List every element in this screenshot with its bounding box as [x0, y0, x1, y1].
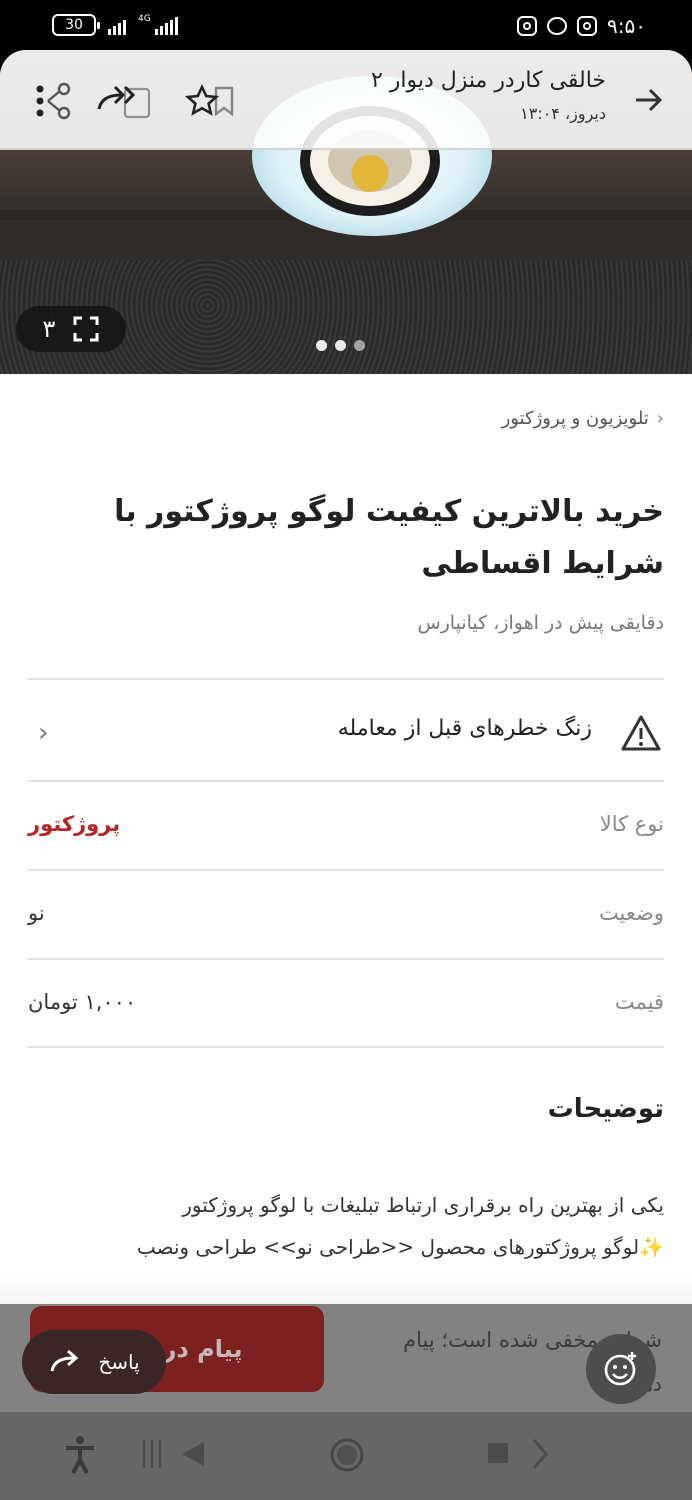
battery-icon: 30	[52, 14, 100, 36]
emoji-button[interactable]	[586, 1334, 656, 1404]
recent-back-button[interactable]	[138, 1434, 208, 1474]
gallery-dot[interactable]	[354, 340, 365, 351]
attribute-value[interactable]: پروژکتور	[28, 812, 120, 836]
content-fade	[0, 1276, 692, 1304]
overview-forward-button[interactable]	[482, 1434, 562, 1474]
photo-count: ۳	[42, 315, 56, 343]
back-button[interactable]	[628, 80, 668, 120]
signal-icon	[108, 15, 126, 35]
gallery-dots	[316, 340, 365, 351]
accessibility-icon	[66, 1436, 94, 1474]
accessibility-button[interactable]	[60, 1432, 100, 1478]
instagram-icon	[517, 16, 538, 36]
attribute-key: وضعیت	[598, 901, 664, 925]
attribute-row-condition: وضعیت نو	[28, 871, 664, 959]
back-arrow-icon	[636, 88, 663, 112]
overview-icon	[488, 1439, 548, 1469]
forward-button[interactable]	[92, 78, 156, 124]
instagram-icon	[577, 16, 598, 36]
chat-title: خالقی کاردر منزل دیوار ۲	[370, 68, 606, 93]
recents-back-icon	[142, 1440, 204, 1468]
chevron-left-icon: ‹	[38, 718, 49, 748]
warning-icon	[621, 715, 661, 751]
clock: ۹:۵۰	[607, 14, 646, 38]
app-screen: ۳ خالقی کاردر منزل دیوار ۲ دیروز، ۱۳:۰۴	[0, 50, 692, 1500]
bookmark-button[interactable]	[178, 78, 242, 124]
chevron-left-icon: ‹	[656, 408, 664, 429]
home-button[interactable]	[328, 1436, 366, 1474]
gallery-dot[interactable]	[316, 340, 327, 351]
more-icon	[36, 82, 71, 120]
reply-label: پاسخ	[98, 1350, 140, 1374]
forward-icon	[97, 85, 151, 119]
status-right: ۹:۵۰	[517, 14, 646, 38]
battery-level: 30	[65, 17, 83, 33]
reply-button[interactable]: پاسخ	[22, 1330, 166, 1394]
attribute-row-type: نوع کالا پروژکتور	[28, 782, 664, 870]
description-title: توضیحات	[547, 1094, 664, 1124]
description-text: یکی از بهترین راه برقراری ارتباط تبلیغات…	[28, 1184, 664, 1268]
safety-warning-label: زنگ خطرهای قبل از معامله	[337, 716, 592, 741]
attribute-key: نوع کالا	[599, 812, 664, 836]
attribute-row-price: قیمت ۱,۰۰۰ تومان	[28, 960, 664, 1048]
chat-subtitle: دیروز، ۱۳:۰۴	[520, 104, 606, 123]
photo-count-button[interactable]: ۳	[16, 306, 126, 352]
description-line: یکی از بهترین راه برقراری ارتباط تبلیغات…	[182, 1193, 664, 1217]
status-left: 30 4G	[52, 14, 178, 36]
description-line: ✨لوگو پروژکتورهای محصول <<طراحی نو>> طرا…	[136, 1235, 664, 1259]
breadcrumb[interactable]: ‹ تلویزیون و پروژکتور	[502, 408, 664, 429]
top-bar: خالقی کاردر منزل دیوار ۲ دیروز، ۱۳:۰۴	[0, 50, 692, 150]
emoji-icon	[604, 1352, 636, 1386]
chat-icon	[547, 17, 568, 35]
home-icon	[330, 1438, 364, 1472]
bookmark-icon	[214, 86, 234, 116]
attribute-value: نو	[28, 901, 45, 925]
reply-arrow-icon	[50, 1349, 79, 1372]
listing-title: خرید بالاترین کیفیت لوگو پروژکتور با شرا…	[114, 494, 664, 581]
breadcrumb-label: تلویزیون و پروژکتور	[501, 408, 649, 429]
listing-meta: دقایقی پیش در اهواز، کیانپارس	[417, 612, 664, 634]
more-button[interactable]	[26, 78, 74, 124]
attribute-key: قیمت	[614, 990, 664, 1014]
gallery-dot[interactable]	[335, 340, 346, 351]
expand-icon	[73, 316, 99, 342]
system-nav-bar	[0, 1412, 692, 1500]
signal-icon-2	[154, 15, 178, 35]
attribute-value: ۱,۰۰۰ تومان	[28, 990, 137, 1014]
safety-warning-row[interactable]: زنگ خطرهای قبل از معامله ‹	[28, 680, 664, 780]
divider	[28, 1046, 664, 1048]
network-type: 4G	[138, 14, 151, 24]
